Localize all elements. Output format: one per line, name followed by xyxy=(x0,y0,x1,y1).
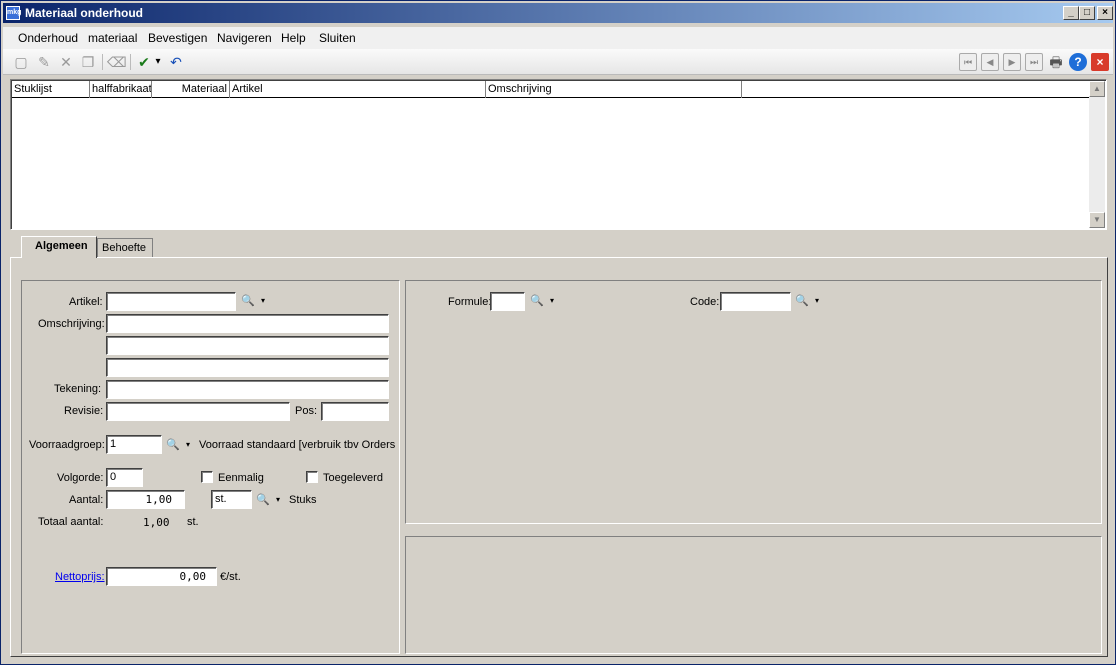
window-close-button[interactable]: × xyxy=(1097,6,1113,20)
grid-vertical-scrollbar[interactable]: ▲ ▼ xyxy=(1089,81,1105,228)
voorraadgroep-lookup-icon[interactable]: 🔍 xyxy=(166,438,180,452)
voorraadgroep-label: Voorraadgroep: xyxy=(29,439,105,451)
omschrijving-input-1[interactable] xyxy=(106,314,389,333)
eenmalig-label: Eenmalig xyxy=(218,472,264,484)
code-input[interactable] xyxy=(720,292,791,311)
eenheid-input[interactable]: st. xyxy=(211,490,252,509)
title-bar[interactable]: mkg Materiaal onderhoud _ □ × xyxy=(3,3,1113,23)
next-record-icon[interactable]: ▶ xyxy=(1003,53,1021,71)
materials-grid[interactable]: Stuklijst halffabrikaat Materiaal Artike… xyxy=(10,79,1107,230)
code-dropdown-icon[interactable]: ▾ xyxy=(815,295,823,307)
eenheid-lookup-icon[interactable]: 🔍 xyxy=(256,493,270,507)
nettoprijs-input[interactable]: 0,00 xyxy=(106,567,217,586)
copy-icon[interactable]: ❐ xyxy=(79,53,97,71)
artikel-label: Artikel: xyxy=(69,296,103,308)
revisie-input[interactable] xyxy=(106,402,290,421)
previous-record-icon[interactable]: ◀ xyxy=(981,53,999,71)
tab-page-algemeen: Artikel: 🔍 ▾ Omschrijving: Tekening: Rev… xyxy=(10,257,1108,657)
toegeleverd-label: Toegeleverd xyxy=(323,472,383,484)
help-icon[interactable]: ? xyxy=(1069,53,1087,71)
omschrijving-input-3[interactable] xyxy=(106,358,389,377)
window-title: Materiaal onderhoud xyxy=(25,6,144,20)
eraser-icon[interactable]: ⌫ xyxy=(107,53,127,71)
formule-lookup-icon[interactable]: 🔍 xyxy=(530,294,544,308)
column-header-filler xyxy=(742,81,1092,98)
artikel-lookup-icon[interactable]: 🔍 xyxy=(241,294,255,308)
totaal-aantal-unit: st. xyxy=(187,516,199,528)
artikel-dropdown-icon[interactable]: ▾ xyxy=(261,295,269,307)
toegeleverd-checkbox[interactable] xyxy=(306,471,318,483)
revisie-label: Revisie: xyxy=(64,405,104,417)
totaal-aantal-value: 1,00 xyxy=(143,516,170,529)
minimize-button[interactable]: _ xyxy=(1063,6,1079,20)
print-icon[interactable]: 🖶 xyxy=(1047,53,1065,71)
maximize-button[interactable]: □ xyxy=(1079,6,1095,20)
confirm-check-icon[interactable]: ✔ xyxy=(135,53,153,71)
tab-behoefte[interactable]: Behoefte xyxy=(97,238,153,258)
menu-materiaal[interactable]: materiaal xyxy=(88,31,137,45)
menu-help[interactable]: Help xyxy=(281,31,306,45)
formule-dropdown-icon[interactable]: ▾ xyxy=(550,295,558,307)
app-logo-icon: mkg xyxy=(6,6,21,20)
column-header-halffabrikaat[interactable]: halffabrikaat xyxy=(90,81,152,98)
tab-algemeen[interactable]: Algemeen xyxy=(21,236,97,258)
edit-icon[interactable]: ✎ xyxy=(35,53,53,71)
column-header-omschrijving[interactable]: Omschrijving xyxy=(486,81,742,98)
volgorde-label: Volgorde: xyxy=(57,472,104,484)
formule-input[interactable] xyxy=(490,292,525,311)
nettoprijs-link[interactable]: Nettoprijs: xyxy=(55,571,105,583)
aantal-label: Aantal: xyxy=(69,494,104,506)
last-record-icon[interactable]: ⏭ xyxy=(1025,53,1043,71)
voorraadgroep-dropdown-icon[interactable]: ▾ xyxy=(186,439,194,451)
menu-bar: Onderhoud materiaal Bevestigen Navigeren… xyxy=(3,27,1113,49)
menu-sluiten[interactable]: Sluiten xyxy=(319,31,356,45)
toolbar-separator xyxy=(102,54,103,70)
omschrijving-label: Omschrijving: xyxy=(38,318,105,330)
new-icon[interactable]: ▢ xyxy=(12,53,30,71)
pos-input[interactable] xyxy=(321,402,389,421)
toolbar-separator xyxy=(130,54,131,70)
delete-icon[interactable]: ✕ xyxy=(57,53,75,71)
aantal-input[interactable]: 1,00 xyxy=(106,490,185,509)
eenheid-dropdown-icon[interactable]: ▾ xyxy=(276,494,284,506)
voorraadgroep-input[interactable]: 1 xyxy=(106,435,162,454)
menu-onderhoud[interactable]: Onderhoud xyxy=(18,31,78,45)
voorraadgroep-description: Voorraad standaard [verbruik tbv Orders xyxy=(199,439,396,451)
first-record-icon[interactable]: ⏮ xyxy=(959,53,977,71)
menu-navigeren[interactable]: Navigeren xyxy=(217,31,272,45)
artikel-input[interactable] xyxy=(106,292,236,311)
tekening-input[interactable] xyxy=(106,380,389,399)
pos-label: Pos: xyxy=(295,405,318,417)
nettoprijs-unit: €/st. xyxy=(220,571,241,583)
column-header-materiaal[interactable]: Materiaal xyxy=(152,81,230,98)
eenmalig-checkbox[interactable] xyxy=(201,471,213,483)
column-header-stuklijst[interactable]: Stuklijst xyxy=(12,81,90,98)
undo-icon[interactable]: ↶ xyxy=(167,53,185,71)
code-label: Code: xyxy=(690,296,720,308)
code-lookup-icon[interactable]: 🔍 xyxy=(795,294,809,308)
omschrijving-input-2[interactable] xyxy=(106,336,389,355)
scroll-down-icon[interactable]: ▼ xyxy=(1089,212,1105,228)
tekening-label: Tekening: xyxy=(54,383,102,395)
eenheid-description: Stuks xyxy=(289,494,317,506)
totaal-aantal-label: Totaal aantal: xyxy=(38,516,104,528)
toolbar: ▢ ✎ ✕ ❐ ⌫ ✔ ▾ ↶ ⏮ ◀ ▶ ⏭ 🖶 ? × xyxy=(3,49,1113,75)
formule-label: Formule: xyxy=(448,296,492,308)
volgorde-input[interactable]: 0 xyxy=(106,468,143,487)
close-icon[interactable]: × xyxy=(1091,53,1109,71)
right-bottom-panel xyxy=(405,536,1102,654)
main-window: mkg Materiaal onderhoud _ □ × Onderhoud … xyxy=(0,0,1116,665)
scroll-up-icon[interactable]: ▲ xyxy=(1089,81,1105,97)
confirm-dropdown-icon[interactable]: ▾ xyxy=(153,53,163,71)
left-form-panel: Artikel: 🔍 ▾ Omschrijving: Tekening: Rev… xyxy=(21,280,400,654)
column-header-artikel[interactable]: Artikel xyxy=(230,81,486,98)
grid-header: Stuklijst halffabrikaat Materiaal Artike… xyxy=(12,81,1092,98)
menu-bevestigen[interactable]: Bevestigen xyxy=(148,31,207,45)
right-top-panel: Formule: 🔍 ▾ Code: 🔍 ▾ xyxy=(405,280,1102,524)
